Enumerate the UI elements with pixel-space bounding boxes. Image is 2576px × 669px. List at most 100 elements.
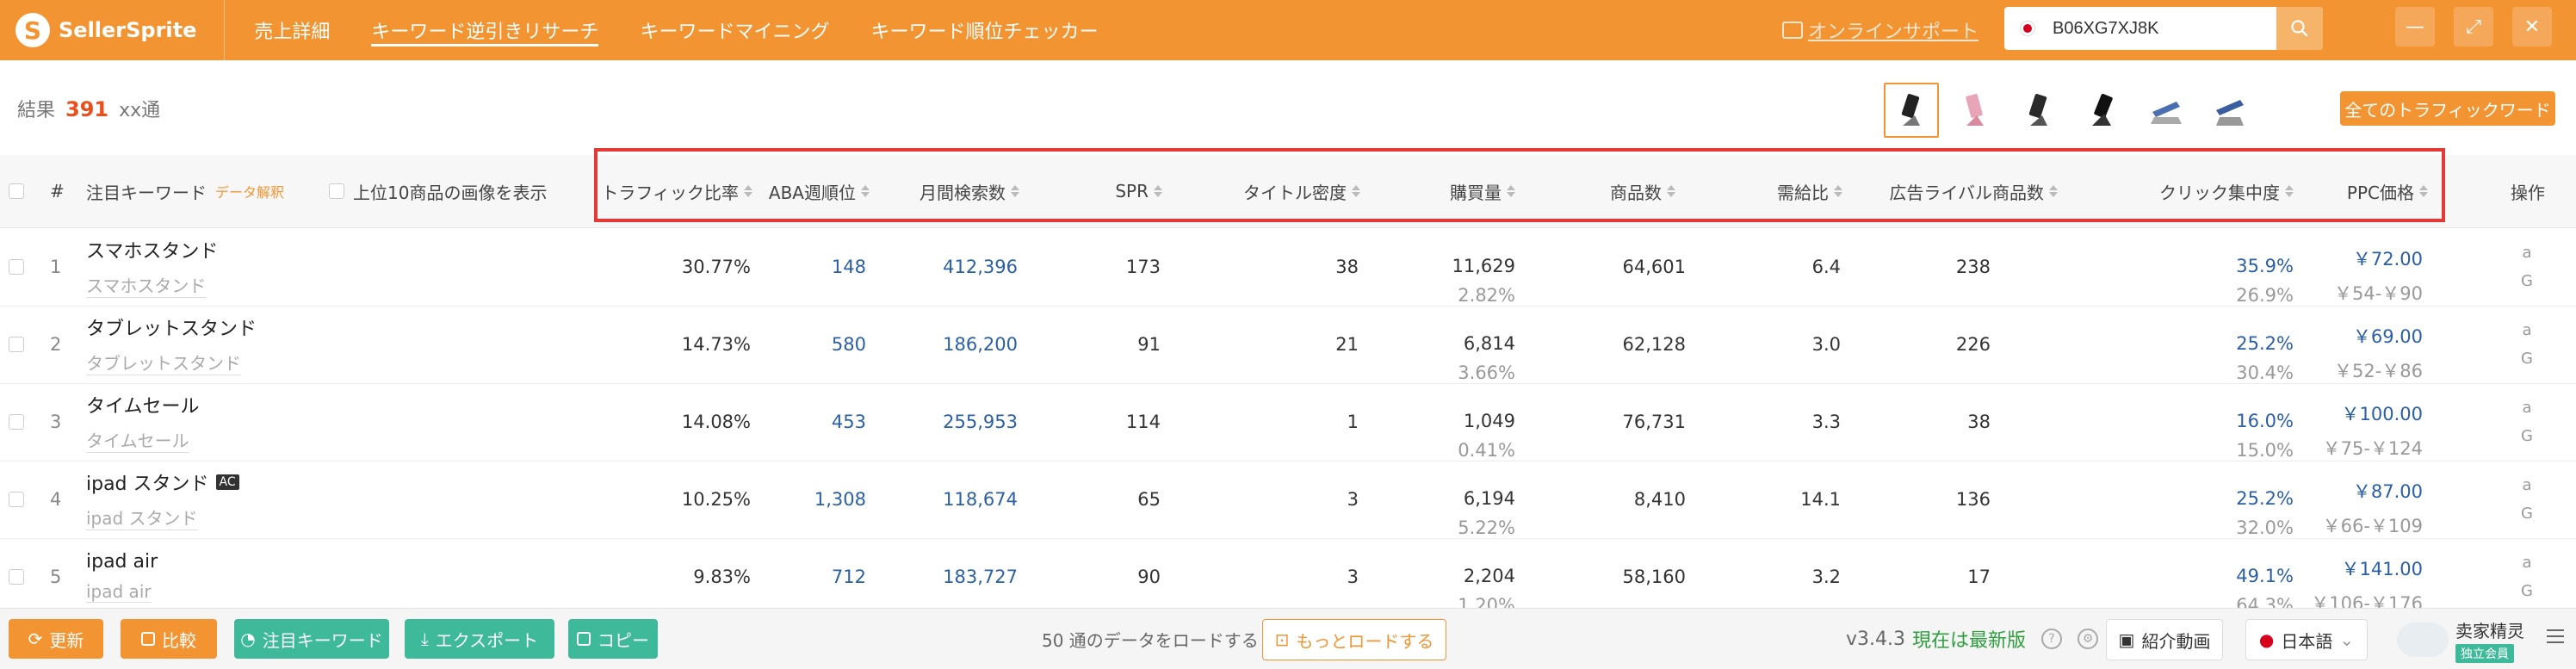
product-thumbnail[interactable]: [2139, 83, 2194, 138]
monthly-search-value[interactable]: 183,727: [887, 538, 1018, 616]
export-label: エクスポート: [435, 629, 539, 651]
aba-rank-value[interactable]: 148: [758, 228, 866, 306]
show-images-toggle[interactable]: 上位10商品の画像を表示: [329, 155, 547, 227]
google-icon[interactable]: G: [2521, 505, 2533, 523]
traffic-ratio-value: 9.83%: [693, 567, 751, 587]
nav-rank-checker[interactable]: キーワード順位チェッカー: [870, 0, 1098, 60]
nav-keyword-mining[interactable]: キーワードマイニング: [640, 0, 829, 60]
product-thumbnail[interactable]: [2011, 83, 2066, 138]
ppc-price-cell: ￥69.00 ￥52-￥86: [2316, 306, 2423, 383]
ppc-price-cell: ￥141.00 ￥106-￥176: [2311, 538, 2423, 616]
product-thumbnail[interactable]: [2202, 83, 2257, 138]
table-row[interactable]: 5 ipad air ipad air 9.83% 712 183,727 90 3 2,204…: [0, 538, 2576, 616]
product-thumbnail[interactable]: [2075, 83, 2130, 138]
row-checkbox[interactable]: [9, 383, 24, 461]
load-more-button[interactable]: ⊡ もっとロードする: [1262, 619, 1446, 660]
japan-flag-icon[interactable]: [2020, 21, 2035, 36]
row-checkbox[interactable]: [9, 306, 24, 383]
data-interpretation-link[interactable]: データ解釈: [215, 181, 284, 201]
purchase-rate-value: 3.66%: [1458, 362, 1515, 383]
amazon-icon[interactable]: a: [2522, 399, 2531, 417]
member-badge[interactable]: 卖家精灵 独立会員: [2397, 616, 2524, 664]
aba-rank-value[interactable]: 580: [758, 306, 866, 383]
row-checkbox[interactable]: [9, 461, 24, 538]
nav-keyword-reverse[interactable]: キーワード逆引きリサーチ: [371, 0, 599, 60]
table-row[interactable]: 2 タブレットスタンド タブレットスタンド 14.73% 580 186,200 91 21 6…: [0, 306, 2576, 384]
amazon-icon[interactable]: a: [2522, 476, 2531, 494]
maximize-button[interactable]: ⤢: [2454, 7, 2493, 46]
laptop-stand-image: [2151, 102, 2182, 124]
ad-competitors-value: 136: [1955, 489, 1991, 510]
select-all-checkbox[interactable]: [9, 155, 24, 227]
copy-icon: [577, 632, 591, 646]
monthly-search-value[interactable]: 412,396: [887, 228, 1018, 306]
export-button[interactable]: ⤓ エクスポート: [405, 619, 554, 659]
intro-video-button[interactable]: ▣ 紹介動画: [2106, 619, 2223, 660]
row-checkbox[interactable]: [9, 538, 24, 616]
online-support-link[interactable]: オンラインサポート: [1782, 0, 1978, 60]
products-value: 58,160: [1622, 567, 1686, 587]
col-index: #: [50, 181, 65, 201]
search-button[interactable]: [2276, 7, 2323, 50]
amazon-choice-badge: AC: [215, 474, 239, 490]
copy-label: コピー: [598, 629, 649, 651]
watch-keyword-label: 注目キーワード: [262, 629, 383, 651]
google-icon[interactable]: G: [2521, 427, 2533, 445]
monthly-search-value[interactable]: 255,953: [887, 383, 1018, 461]
product-thumbnail[interactable]: [1947, 83, 2003, 138]
version-number: v3.4.3: [1846, 628, 1905, 650]
purchases-value: 6,194: [1463, 488, 1515, 509]
keyword-label: ipad スタンド: [86, 474, 209, 495]
refresh-button[interactable]: ⟳ 更新: [9, 619, 103, 659]
table-row[interactable]: 1 スマホスタンド スマホスタンド 30.77% 148 412,396 173 38 11,6…: [0, 228, 2576, 307]
video-icon: ▣: [2118, 629, 2135, 650]
traffic-ratio-value: 14.08%: [681, 412, 751, 432]
brand-name: 卖家精灵: [2455, 620, 2524, 641]
purchases-cell: 2,204 1.20%: [1395, 538, 1515, 616]
keyword-text[interactable]: ipad air: [86, 551, 158, 573]
ppc-price-cell: ￥87.00 ￥66-￥109: [2316, 461, 2423, 538]
keyword-cell: ipad air ipad air: [86, 538, 158, 616]
show-images-checkbox[interactable]: [329, 183, 344, 199]
aba-rank-value[interactable]: 453: [758, 383, 866, 461]
keyword-text[interactable]: タブレットスタンド: [86, 313, 257, 341]
products-value: 76,731: [1622, 412, 1686, 432]
aba-rank-value[interactable]: 1,308: [758, 461, 866, 538]
keyword-text[interactable]: ipad スタンド AC: [86, 468, 239, 496]
version-info: v3.4.3 現在は最新版 ? ⚙: [1846, 609, 2099, 669]
nav-sales-detail[interactable]: 売上詳細: [254, 0, 330, 60]
aba-rank-value[interactable]: 712: [758, 538, 866, 616]
copy-button[interactable]: コピー: [568, 619, 658, 659]
row-index: 4: [50, 489, 62, 510]
amazon-icon[interactable]: a: [2522, 321, 2531, 339]
phone-stand-image: [2028, 93, 2047, 126]
product-thumbnail[interactable]: [1884, 83, 1939, 138]
amazon-icon[interactable]: a: [2522, 244, 2531, 262]
monthly-search-value[interactable]: 118,674: [887, 461, 1018, 538]
title-density-value: 21: [1335, 334, 1359, 355]
amazon-icon[interactable]: a: [2522, 554, 2531, 572]
google-icon[interactable]: G: [2521, 272, 2533, 290]
google-icon[interactable]: G: [2521, 350, 2533, 368]
table-row[interactable]: 4 ipad スタンド AC ipad スタンド 10.25% 1,308 118,674 6…: [0, 461, 2576, 539]
google-icon[interactable]: G: [2521, 582, 2533, 600]
row-checkbox[interactable]: [9, 228, 24, 306]
compare-button[interactable]: 比較: [121, 619, 217, 659]
settings-icon[interactable]: ⚙: [2078, 629, 2099, 649]
monthly-search-value[interactable]: 186,200: [887, 306, 1018, 383]
purchases-cell: 1,049 0.41%: [1395, 383, 1515, 461]
keyword-text[interactable]: タイムセール: [86, 391, 200, 418]
keyword-text[interactable]: スマホスタンド: [86, 236, 218, 263]
menu-icon[interactable]: [2547, 629, 2564, 647]
language-select[interactable]: ● 日本語 ⌄: [2245, 619, 2368, 660]
logo[interactable]: S SellerSprite: [15, 0, 196, 60]
asin-search-input[interactable]: [2051, 17, 2287, 40]
close-button[interactable]: ✕: [2512, 7, 2552, 46]
col-keyword: 注目キーワード データ解釈: [86, 155, 284, 227]
all-traffic-words-button[interactable]: 全てのトラフィックワード: [2340, 91, 2555, 126]
products-value: 8,410: [1633, 489, 1686, 510]
watch-keyword-button[interactable]: ◔ 注目キーワード: [234, 619, 389, 659]
table-row[interactable]: 3 タイムセール タイムセール 14.08% 453 255,953 114 1 1,049 0.…: [0, 383, 2576, 461]
help-icon[interactable]: ?: [2041, 629, 2063, 649]
minimize-button[interactable]: —: [2395, 7, 2435, 46]
